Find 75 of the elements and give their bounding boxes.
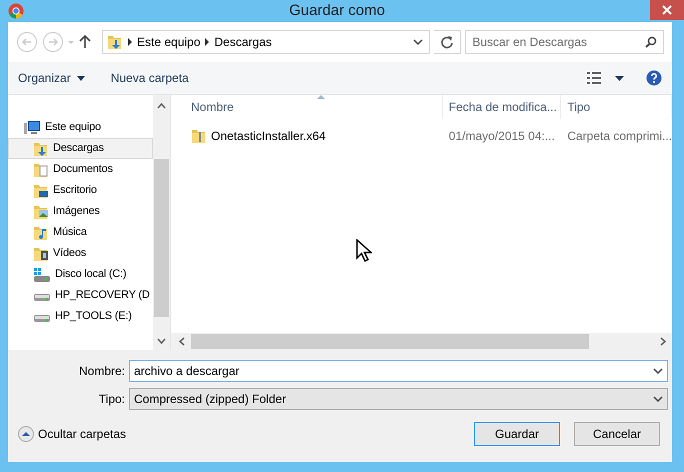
hide-folders-button[interactable]: Ocultar carpetas	[18, 425, 126, 443]
field-label: Tipo:	[98, 391, 126, 408]
forward-button[interactable]	[42, 31, 64, 53]
column-header[interactable]: Nombre	[171, 95, 443, 119]
sidebar-item[interactable]: HP_RECOVERY (D	[8, 285, 153, 306]
desktop-folder-icon	[33, 182, 49, 198]
search-icon	[645, 36, 657, 48]
caret-icon	[615, 76, 624, 80]
dropdown-icon	[412, 38, 423, 46]
videos-folder-icon	[33, 246, 49, 262]
forward-icon	[42, 31, 64, 53]
collapse-icon	[18, 426, 34, 442]
horizontal-scrollbar[interactable]	[171, 333, 672, 350]
sidebar-item[interactable]: Descargas	[8, 138, 153, 159]
caret-icon	[68, 40, 74, 44]
close-icon	[662, 5, 672, 15]
column-header[interactable]: Tipo	[561, 95, 672, 119]
computer-icon	[23, 120, 41, 136]
sidebar-item[interactable]: Imágenes	[8, 201, 153, 222]
downloads-folder-icon	[107, 34, 123, 50]
chevron-icon	[127, 38, 133, 46]
table-cell-text: Carpeta comprimi...	[566, 128, 672, 145]
drive-icon	[34, 294, 50, 301]
file-name: OnetasticInstaller.x64	[211, 128, 326, 145]
scroll-up-icon	[157, 103, 166, 109]
back-icon	[16, 31, 38, 53]
chevron-icon	[204, 38, 210, 46]
sidebar-item[interactable]: Música	[8, 222, 153, 243]
pictures-folder-icon	[33, 204, 49, 220]
refresh-button[interactable]	[434, 30, 462, 54]
table-cell-text: 01/mayo/2015 04:...	[448, 128, 556, 145]
sort-arrow-icon	[316, 95, 324, 99]
save-button[interactable]: Guardar	[474, 422, 560, 446]
list-view-icon	[587, 72, 601, 84]
browser-icon	[8, 3, 24, 19]
breadcrumb[interactable]: Descargas	[210, 33, 276, 51]
scroll-left-icon	[179, 337, 185, 346]
documents-folder-icon	[33, 162, 49, 178]
sidebar-item[interactable]: HP_TOOLS (E:)	[8, 306, 153, 327]
view-button[interactable]	[587, 72, 624, 84]
sidebar-item[interactable]: Disco local (C:)	[8, 264, 153, 285]
column-header[interactable]: Fecha de modifica...	[442, 95, 562, 119]
refresh-icon	[440, 35, 454, 49]
downloads-folder-icon	[33, 140, 49, 156]
field-label: Nombre:	[78, 363, 126, 380]
file-type-select[interactable]: Compressed (zipped) Folder	[129, 388, 668, 410]
organize-button[interactable]: Organizar	[18, 69, 85, 87]
mouse-cursor-icon	[356, 239, 372, 263]
back-button[interactable]	[16, 31, 38, 53]
sidebar-item[interactable]: Escritorio	[8, 180, 153, 201]
cancel-button[interactable]: Cancelar	[574, 422, 660, 446]
sidebar-item[interactable]: Vídeos	[8, 243, 153, 264]
search-field[interactable]: Buscar en Descargas	[465, 30, 664, 54]
vertical-scrollbar[interactable]	[153, 95, 170, 350]
help-icon	[646, 70, 662, 86]
scrollbar-thumb[interactable]	[191, 334, 589, 349]
file-name-field[interactable]: archivo a descargar	[129, 360, 668, 382]
scrollbar-thumb[interactable]	[154, 159, 169, 317]
drive-icon	[33, 266, 51, 282]
breadcrumb[interactable]: Este equipo	[133, 33, 204, 51]
window-title: Guardar como	[288, 0, 386, 21]
close-button[interactable]	[650, 0, 684, 20]
scroll-down-icon	[157, 338, 166, 344]
music-folder-icon	[33, 224, 49, 240]
dropdown-icon	[653, 368, 663, 374]
caret-icon	[76, 76, 85, 80]
dropdown-icon	[653, 396, 663, 402]
sidebar-item[interactable]: Documentos	[8, 159, 153, 180]
zip-folder-icon	[191, 128, 207, 144]
new-folder-button[interactable]: Nueva carpeta	[110, 69, 189, 87]
drive-icon	[34, 315, 50, 322]
help-button[interactable]	[646, 70, 662, 86]
scroll-right-icon	[660, 337, 666, 346]
address-bar[interactable]: Este equipo Descargas	[102, 30, 430, 54]
sidebar-item[interactable]: Este equipo	[8, 117, 153, 138]
